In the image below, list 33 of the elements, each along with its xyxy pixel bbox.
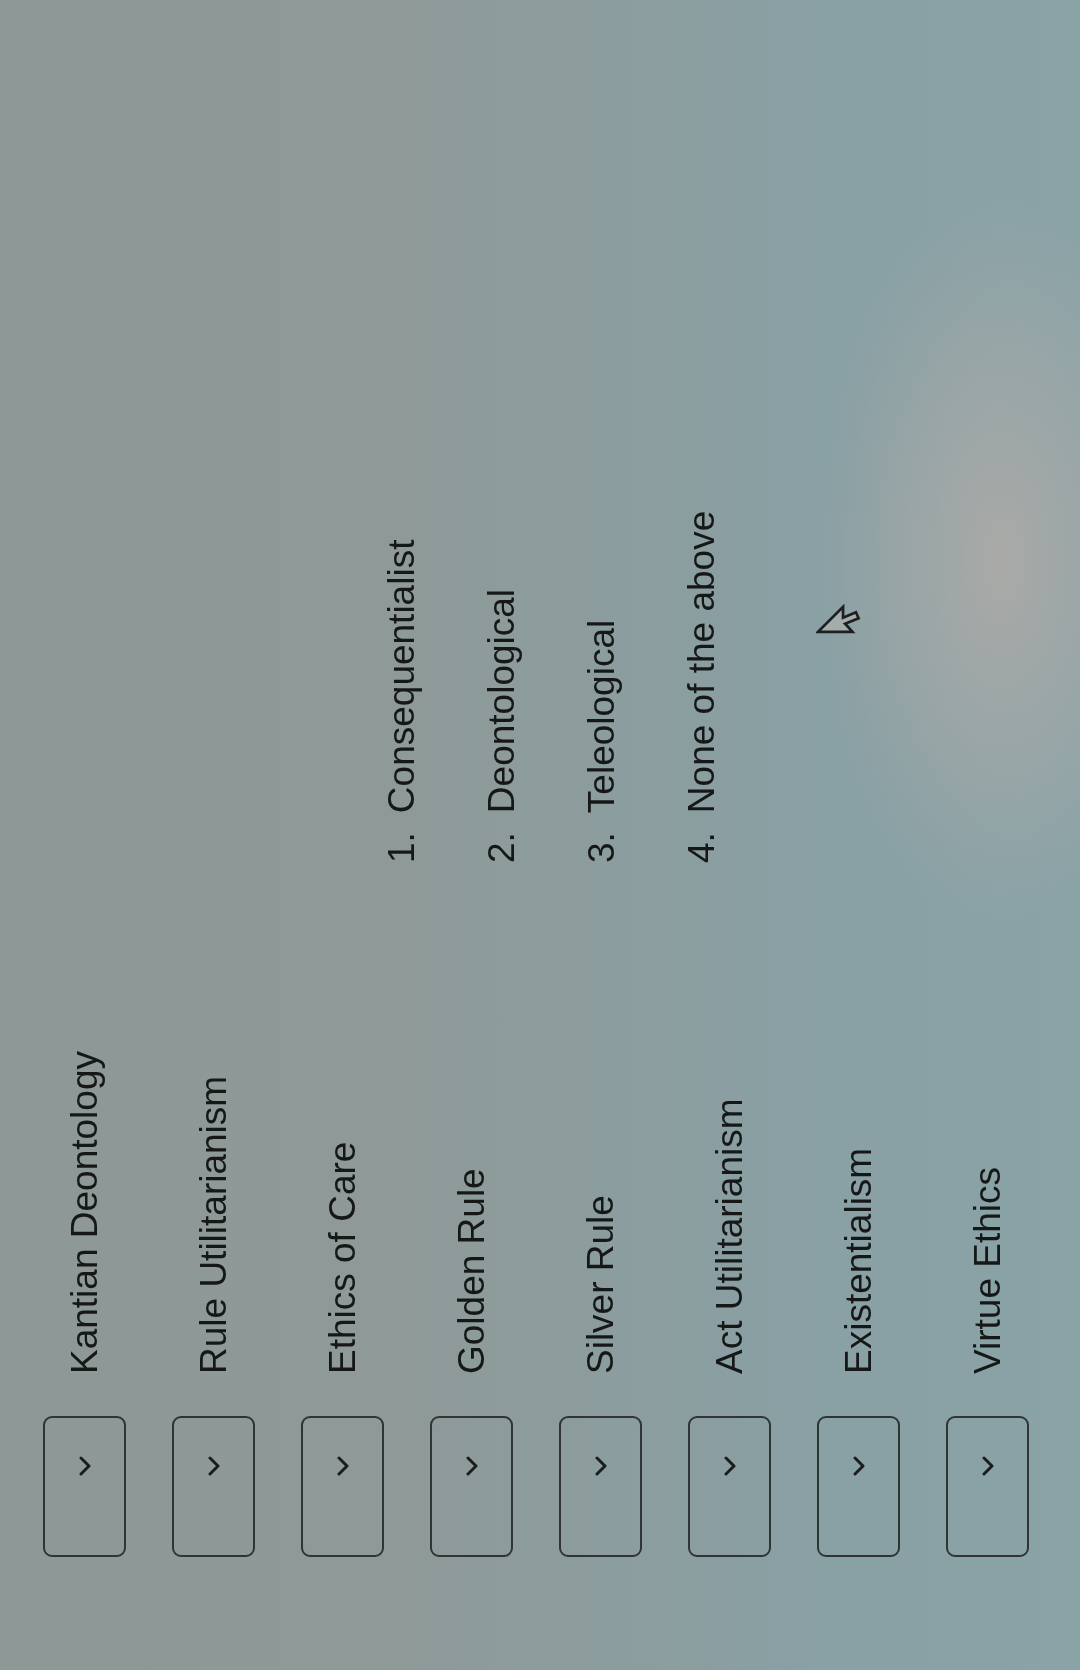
answer-dropdown[interactable] [172, 1416, 255, 1557]
option-text: Consequentialist [380, 539, 423, 814]
answer-dropdown[interactable] [817, 1416, 900, 1557]
answer-dropdown[interactable] [301, 1416, 384, 1557]
premise-label: Silver Rule [578, 1195, 622, 1374]
premise-label: Ethics of Care [320, 1141, 364, 1374]
caret-icon [723, 1456, 736, 1476]
option-text: Teleological [580, 619, 623, 814]
premise-label: Kantian Deontology [62, 1051, 106, 1374]
option-number: 2. [480, 832, 523, 863]
option-number: 3. [580, 832, 623, 863]
caret-icon [852, 1456, 865, 1476]
answer-dropdown[interactable] [688, 1416, 771, 1557]
caret-icon [465, 1456, 478, 1476]
answer-dropdown[interactable] [946, 1416, 1029, 1557]
cursor-icon [816, 604, 862, 634]
caret-icon [336, 1456, 349, 1476]
caret-icon [594, 1456, 607, 1476]
premise-label: Existentialism [836, 1147, 880, 1374]
premise-label: Rule Utilitarianism [191, 1075, 235, 1374]
premise-label: Virtue Ethics [965, 1166, 1009, 1374]
premise-label: Golden Rule [449, 1168, 493, 1374]
answer-dropdown[interactable] [43, 1416, 126, 1557]
caret-icon [207, 1456, 220, 1476]
caret-icon [981, 1456, 994, 1476]
option-text: None of the above [680, 510, 723, 814]
answer-dropdown[interactable] [559, 1416, 642, 1557]
premise-label: Act Utilitarianism [707, 1098, 751, 1374]
answer-dropdown[interactable] [430, 1416, 513, 1557]
caret-icon [78, 1456, 91, 1476]
option-text: Deontological [480, 588, 523, 814]
option-number: 4. [680, 832, 723, 863]
option-number: 1. [380, 832, 423, 863]
